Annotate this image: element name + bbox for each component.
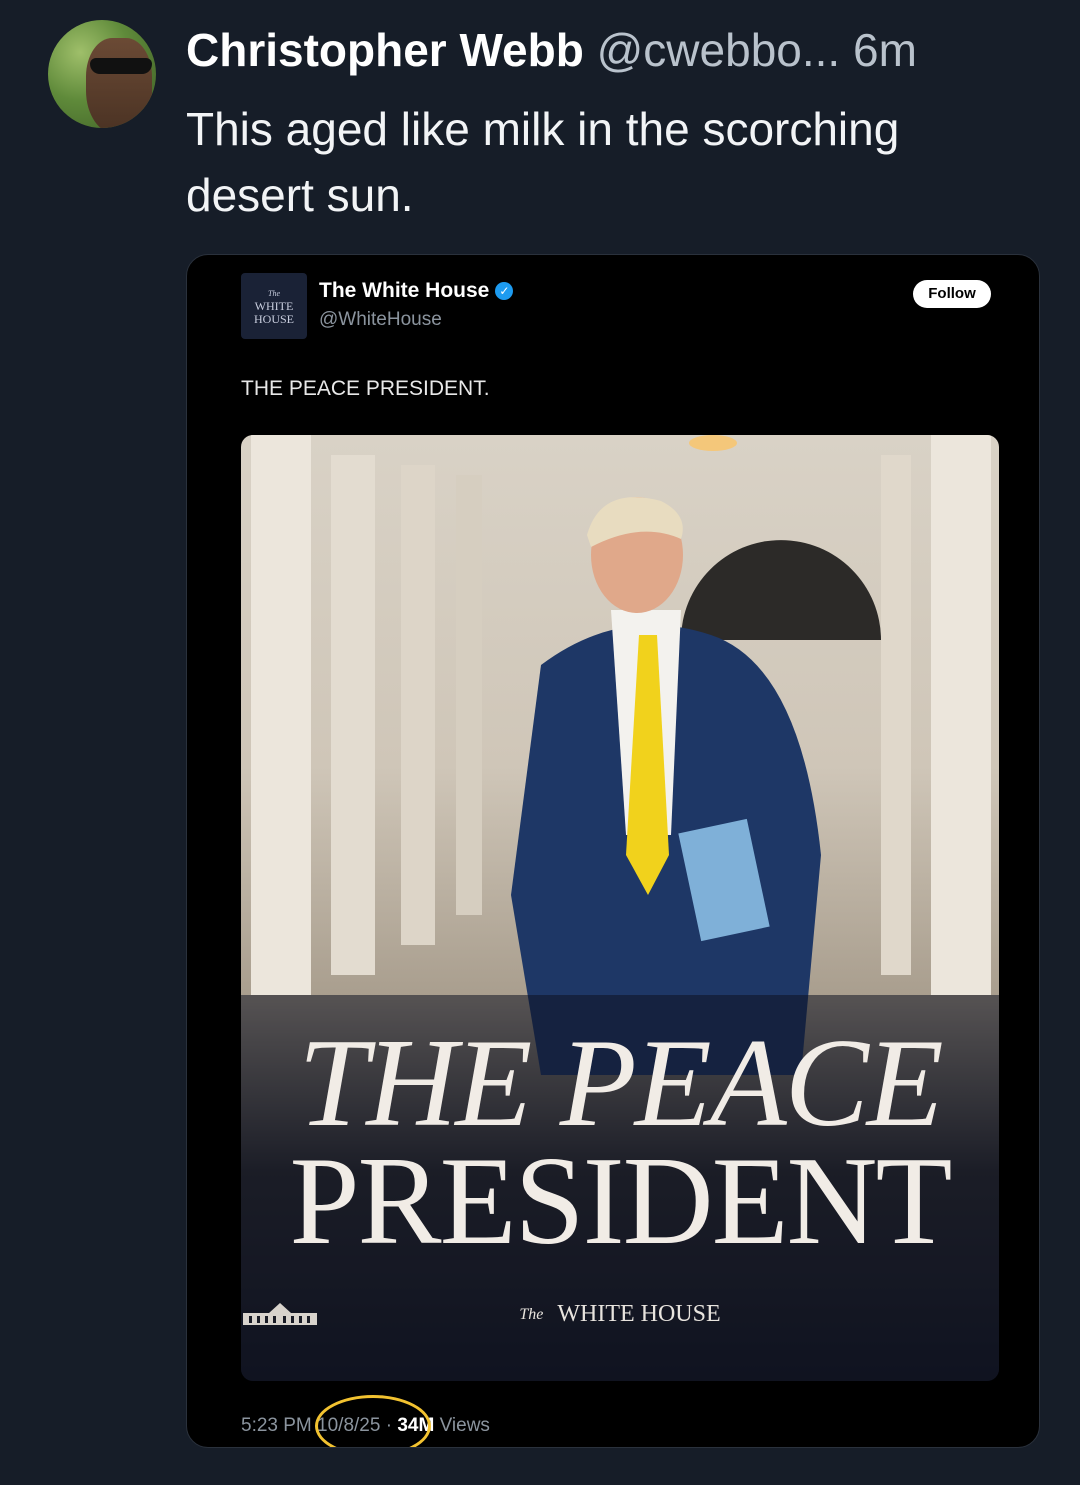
tweet-time[interactable]: 6m (853, 24, 917, 76)
embedded-account-name[interactable]: The White House ✓ (319, 279, 514, 303)
poster-brand-name: WHITE HOUSE (557, 1301, 721, 1327)
poster-brand-the: The (519, 1305, 544, 1323)
verified-badge-icon: ✓ (495, 282, 514, 300)
poster-title-line2: PRESIDENT (289, 1132, 952, 1271)
avatar-face (86, 38, 152, 128)
author-handle[interactable]: @cwebbo... (597, 24, 841, 76)
logo-house: HOUSE (253, 311, 294, 326)
follow-button[interactable]: Follow (913, 280, 991, 308)
poster-image[interactable]: THE PEACE PRESIDENT The WHITE HOUSE (241, 435, 999, 1381)
avatar-sunglasses (90, 58, 152, 74)
tweet-header: Christopher Webb @cwebbo... 6m (186, 22, 1056, 78)
embedded-handle[interactable]: @WhiteHouse (319, 309, 442, 331)
poster-title: THE PEACE PRESIDENT (241, 1021, 999, 1271)
white-house-logo[interactable]: The WHITE HOUSE (241, 273, 307, 339)
embedded-time[interactable]: 5:23 PM (241, 1415, 312, 1436)
author-avatar[interactable] (48, 20, 156, 128)
views-label[interactable]: Views (440, 1415, 490, 1436)
logo-white: WHITE (254, 298, 294, 313)
poster-brand: The WHITE HOUSE (241, 1301, 999, 1328)
author-name[interactable]: Christopher Webb (186, 24, 584, 76)
date-highlight-circle (315, 1395, 431, 1447)
quoted-post-card[interactable]: The WHITE HOUSE The White House ✓ @White… (186, 254, 1040, 1448)
white-house-building-icon (243, 1303, 317, 1325)
embedded-account-label: The White House (319, 279, 490, 302)
logo-the: The (268, 288, 280, 298)
tweet-text: This aged like milk in the scorching des… (186, 103, 900, 221)
embedded-post-text: THE PEACE PRESIDENT. (241, 377, 490, 400)
